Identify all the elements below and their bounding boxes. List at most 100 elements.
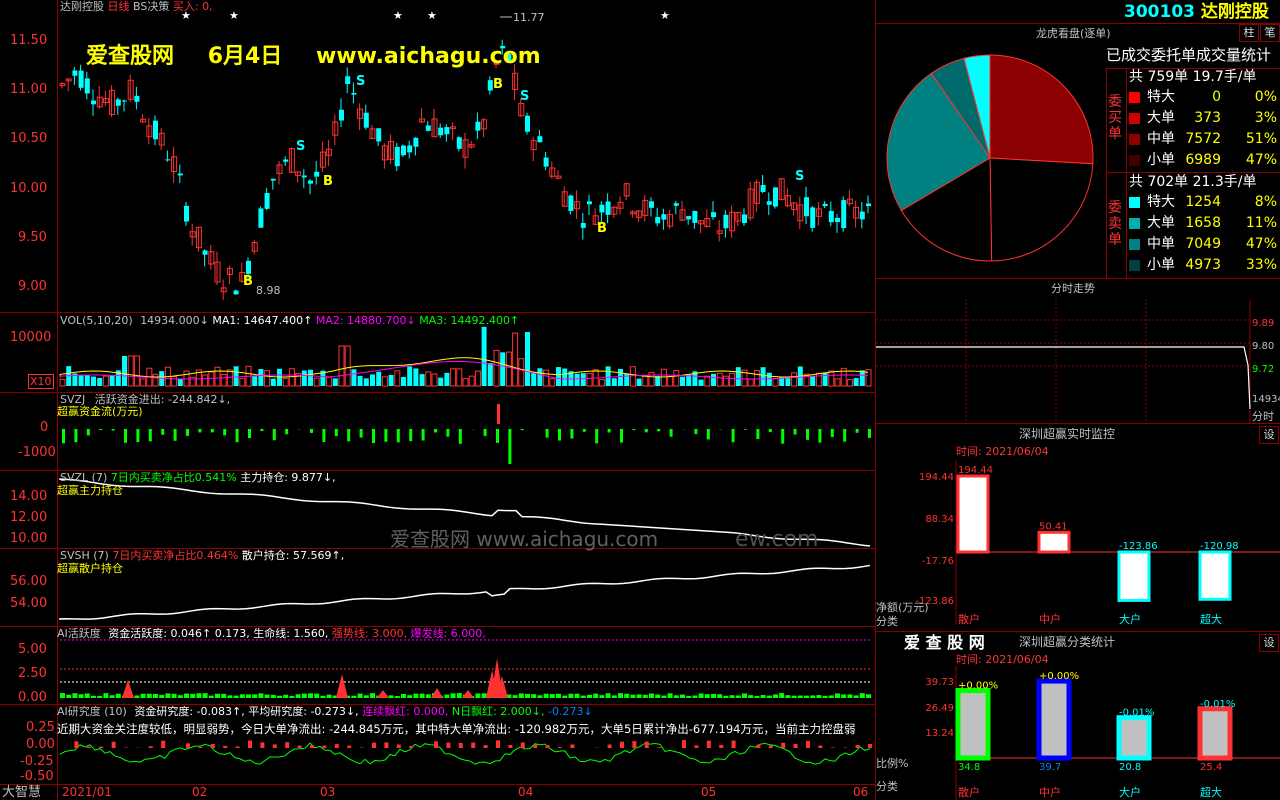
volume-bar <box>611 378 617 386</box>
volume-bar <box>444 372 450 386</box>
order-percent: 47% <box>1245 152 1277 168</box>
activity-bar <box>562 695 568 698</box>
class-category-label: 中户 <box>1039 785 1061 799</box>
volume-bar <box>394 370 401 387</box>
fund-bar <box>644 429 648 433</box>
research-line <box>59 742 871 765</box>
order-volume: 1658 <box>1185 215 1221 231</box>
volume-bar <box>549 378 556 387</box>
monitor-settings-button[interactable]: 设 <box>1259 426 1279 444</box>
color-swatch <box>1129 113 1140 124</box>
volume-bar <box>711 373 716 386</box>
vol-ma1: MA1: 14647.400↑ <box>212 314 313 327</box>
timeline-label: 03 <box>320 785 336 799</box>
activity-bar <box>531 694 537 698</box>
volume-bar <box>531 372 537 386</box>
activity-bar <box>320 695 326 698</box>
research-bar <box>781 742 786 748</box>
activity-bar <box>847 694 853 698</box>
activity-bar <box>66 694 72 698</box>
volume-bar <box>655 376 661 386</box>
activity-bar <box>78 694 84 698</box>
class-value-label: 34.8 <box>958 762 980 773</box>
research-bar <box>210 744 215 748</box>
volume-bar <box>91 376 96 386</box>
tick-mode-button[interactable]: 笔 <box>1260 24 1280 42</box>
order-volume: 373 <box>1194 110 1221 126</box>
class-axis-label: 39.73 <box>925 677 954 688</box>
research-bar <box>272 744 277 748</box>
vol-unit: X10 <box>28 374 54 389</box>
candle-body <box>835 217 840 223</box>
research-bar <box>334 744 339 748</box>
volume-bar <box>419 374 425 386</box>
order-type-label: 小单 <box>1147 152 1175 168</box>
period-label[interactable]: 日线 <box>108 0 130 13</box>
research-bar <box>248 740 252 748</box>
class-bar <box>1116 715 1152 761</box>
volume-bar <box>853 378 859 386</box>
activity-bar <box>804 695 809 698</box>
monitor-bar-value: -123.86 <box>1119 541 1158 552</box>
research-bar <box>632 741 637 748</box>
bar-mode-button[interactable]: 柱 <box>1239 24 1259 42</box>
ai-research-note: 近期大资金关注度较低，明显弱势，今日大单净流出: -244.845万元，其中特大… <box>57 723 856 736</box>
research-bar <box>322 745 327 748</box>
activity-bar <box>72 693 78 698</box>
activity-bar <box>115 693 121 698</box>
activity-bar <box>785 695 791 698</box>
svsh-ratio: 7日内买卖净占比0.464% <box>112 549 239 562</box>
order-stat-row: 特大 1254 8% <box>1129 193 1279 211</box>
research-bar <box>384 742 389 748</box>
brand-label: 大智慧 <box>2 785 42 800</box>
class-settings-button[interactable]: 设 <box>1259 634 1279 652</box>
ai-research-v3: 连续飘红: 0.000, <box>362 705 449 718</box>
volume-bar <box>202 374 209 387</box>
buy-group-label: 委买单 <box>1108 94 1122 142</box>
activity-bar <box>642 694 648 698</box>
activity-bar <box>810 695 816 698</box>
fund-bar <box>669 429 673 437</box>
candle-body <box>841 200 847 229</box>
order-volume: 0 <box>1212 89 1221 105</box>
research-bar <box>533 744 538 748</box>
fund-bar <box>396 429 400 443</box>
volume-bar <box>425 371 432 387</box>
activity-bar <box>289 695 295 698</box>
activity-bar <box>196 693 202 698</box>
activity-peak <box>336 674 348 698</box>
activity-bar <box>859 693 865 698</box>
candle-body <box>301 175 307 178</box>
svzj-axis-label: -1000 <box>18 445 56 460</box>
candle-body <box>394 146 400 167</box>
activity-bar <box>239 694 245 698</box>
activity-bar <box>84 693 90 698</box>
volume-bar <box>493 349 500 387</box>
ai-active-v3: 生命线: 1.560, <box>253 627 329 640</box>
class-value-label: 39.7 <box>1039 762 1061 773</box>
volume-bar <box>747 378 754 387</box>
svzl-ratio: 7日内买卖净占比0.541% <box>110 471 237 484</box>
activity-bar <box>549 694 555 698</box>
intraday-chart[interactable] <box>876 299 1251 424</box>
color-swatch <box>1129 197 1140 208</box>
candle-body <box>339 109 344 121</box>
candle-body <box>425 125 431 131</box>
ai-active-v1: 资金活跃度: 0.046↑ <box>108 627 212 640</box>
chart-area[interactable]: S B S B S B S B ★ ★ ★ ★ ★ 达刚控股 日线 BS决策 买入: 0, 11.77 … <box>0 0 875 800</box>
candle-body <box>258 208 264 228</box>
vol-axis-label: 10000 <box>10 330 52 345</box>
fund-bar <box>161 429 165 435</box>
research-bar <box>297 745 302 748</box>
volume-bar <box>822 372 828 386</box>
volume-bar <box>363 378 369 386</box>
activity-bar <box>568 693 574 698</box>
price-axis-label: 10.00 <box>10 181 48 196</box>
right-panel: 300103 达刚控股 龙虎看盘(逐单) 柱 笔 已成交委托单成交量统计 委买单… <box>875 0 1280 800</box>
order-volume: 4973 <box>1185 257 1221 273</box>
activity-bar <box>475 693 481 698</box>
volume-bar <box>667 376 674 387</box>
strategy-label[interactable]: BS决策 <box>133 0 169 13</box>
research-bar <box>607 744 612 748</box>
order-percent: 3% <box>1254 110 1277 126</box>
